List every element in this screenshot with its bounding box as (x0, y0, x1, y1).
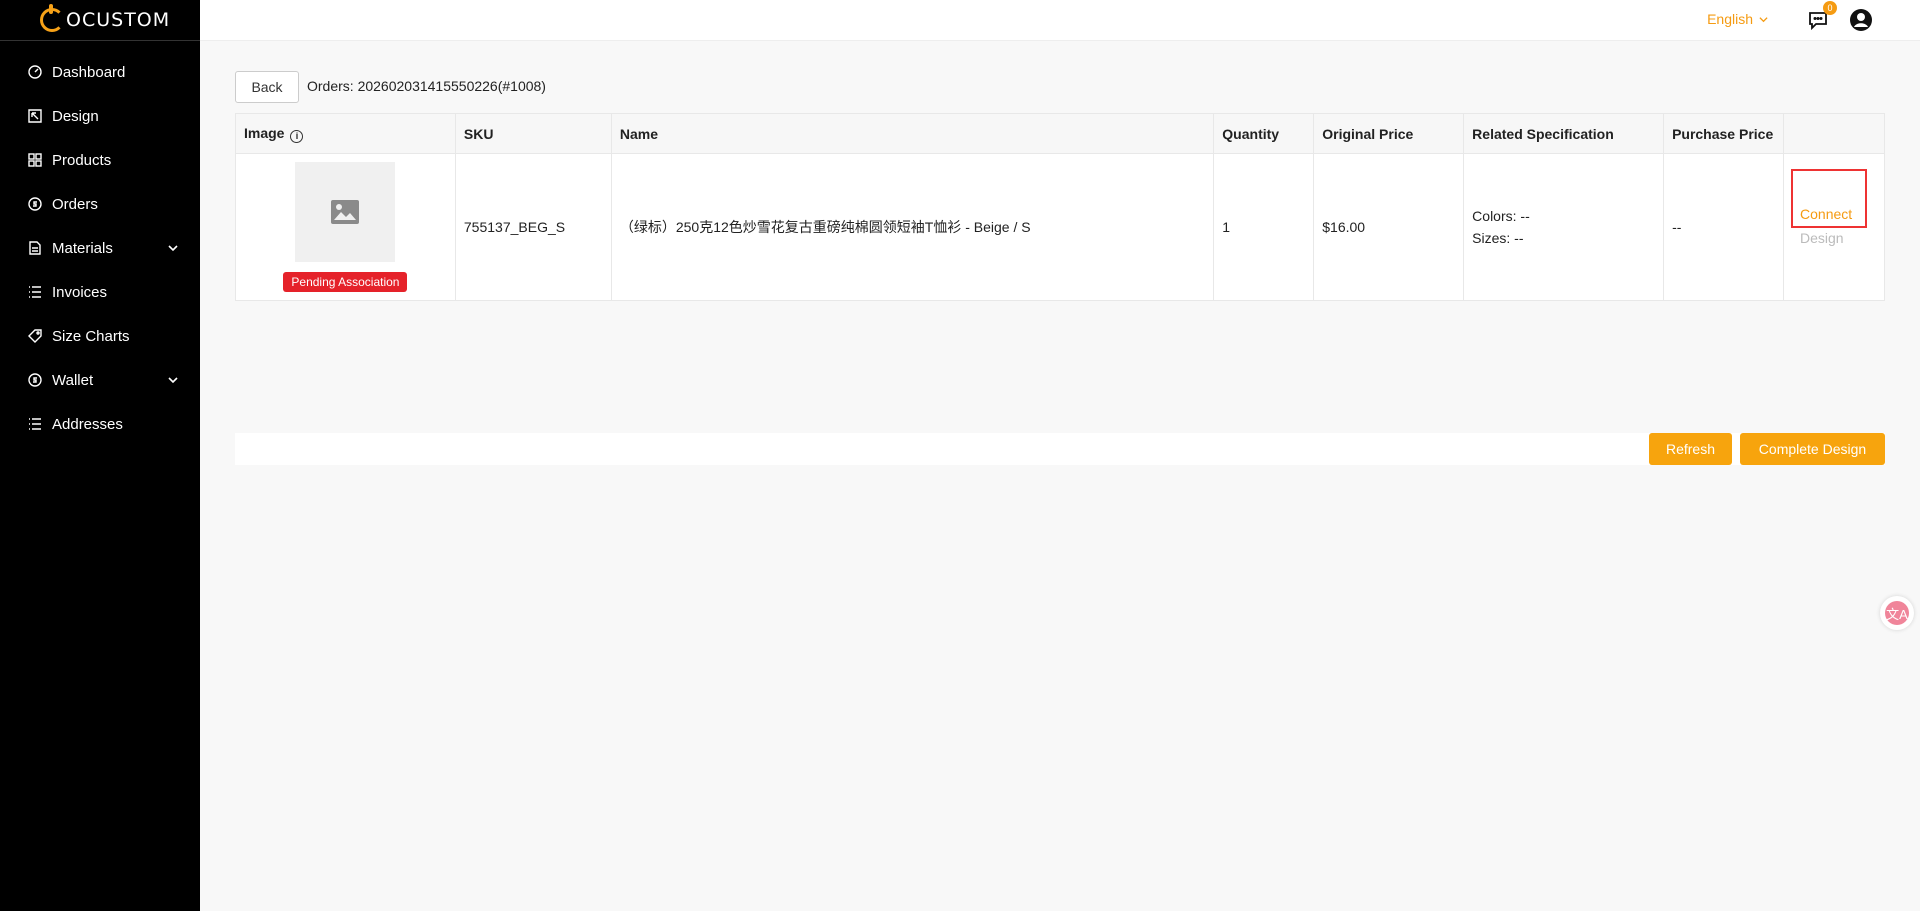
dashboard-icon (28, 65, 42, 79)
spec-sizes: Sizes: -- (1472, 230, 1524, 246)
invoices-icon (28, 285, 42, 299)
addresses-icon (28, 417, 42, 431)
bottom-action-bar (235, 433, 1885, 465)
topbar: English 0 (200, 0, 1920, 41)
products-icon (28, 153, 42, 167)
sidebar-item-wallet[interactable]: Wallet (0, 358, 200, 402)
cell-original-price: $16.00 (1313, 153, 1465, 301)
sidebar-item-dashboard[interactable]: Dashboard (0, 50, 200, 94)
refresh-button[interactable]: Refresh (1649, 433, 1732, 465)
cell-actions: Connect Design (1783, 153, 1885, 301)
cell-sku: 755137_BEG_S (454, 153, 612, 301)
translate-widget[interactable]: 文A (1880, 596, 1914, 630)
column-header-original-price: Original Price (1313, 113, 1465, 154)
chevron-down-icon (1759, 16, 1768, 22)
chevron-down-icon[interactable] (168, 375, 178, 385)
logo-mark-icon (40, 4, 64, 32)
sidebar-item-orders[interactable]: Orders (0, 182, 200, 226)
order-items-table: Image i SKU Name Quantity Original Price … (235, 113, 1885, 301)
info-icon[interactable]: i (290, 129, 304, 143)
column-header-image: Image i (235, 113, 456, 154)
sidebar-nav: Dashboard Design Products Orders Materia… (0, 50, 200, 446)
table-header-row: Image i SKU Name Quantity Original Price … (235, 113, 1885, 154)
column-header-purchase-price: Purchase Price (1663, 113, 1785, 154)
sidebar-item-materials[interactable]: Materials (0, 226, 200, 270)
sidebar-item-label: Products (52, 151, 112, 169)
sidebar-item-label: Orders (52, 195, 98, 213)
sidebar-item-label: Dashboard (52, 63, 126, 81)
cell-name: （绿标）250克12色炒雪花复古重磅纯棉圆领短袖T恤衫 - Beige / S (610, 153, 1215, 301)
language-selector[interactable]: English (1707, 11, 1768, 27)
sidebar-item-label: Size Charts (52, 327, 130, 345)
sidebar-item-products[interactable]: Products (0, 138, 200, 182)
translate-icon: 文A (1885, 601, 1909, 625)
logo[interactable]: OCUSTOM (0, 0, 200, 41)
user-avatar-icon[interactable] (1849, 8, 1873, 32)
column-header-related-specification: Related Specification (1463, 113, 1665, 154)
column-header-actions (1783, 113, 1885, 154)
cell-image: Pending Association (235, 153, 456, 301)
back-button[interactable]: Back (235, 71, 299, 103)
complete-design-button[interactable]: Complete Design (1740, 433, 1885, 465)
image-placeholder-icon (331, 200, 360, 224)
sidebar-item-label: Materials (52, 239, 113, 257)
sidebar-item-label: Addresses (52, 415, 123, 433)
orders-icon (28, 197, 42, 211)
product-image-placeholder (295, 162, 396, 262)
sidebar-item-label: Invoices (52, 283, 108, 301)
chevron-down-icon[interactable] (168, 243, 178, 253)
size-charts-icon (28, 329, 42, 343)
cell-quantity: 1 (1213, 153, 1315, 301)
connect-link[interactable]: Connect (1800, 206, 1852, 222)
column-header-sku: SKU (454, 113, 612, 154)
materials-icon (28, 241, 42, 255)
cell-purchase-price: -- (1663, 153, 1785, 301)
design-icon (28, 109, 42, 123)
column-header-quantity: Quantity (1213, 113, 1315, 154)
wallet-icon (28, 373, 42, 387)
sidebar-item-label: Design (52, 107, 99, 125)
sidebar-item-design[interactable]: Design (0, 94, 200, 138)
sidebar-item-label: Wallet (52, 371, 94, 389)
page-title: Orders: 202602031415550226(#1008) (307, 78, 546, 94)
column-header-name: Name (610, 113, 1215, 154)
sidebar-item-addresses[interactable]: Addresses (0, 402, 200, 446)
sidebar: OCUSTOM Dashboard Design Products Orders… (0, 0, 200, 911)
table-row: Pending Association 755137_BEG_S （绿标）250… (235, 153, 1885, 301)
spec-colors: Colors: -- (1472, 208, 1530, 224)
design-link[interactable]: Design (1800, 230, 1844, 246)
language-label: English (1707, 11, 1753, 27)
cell-related-specification: Colors: -- Sizes: -- (1463, 153, 1665, 301)
status-badge: Pending Association (283, 272, 408, 292)
sidebar-item-invoices[interactable]: Invoices (0, 270, 200, 314)
message-count-badge: 0 (1823, 1, 1837, 15)
sidebar-item-size-charts[interactable]: Size Charts (0, 314, 200, 358)
logo-text: OCUSTOM (66, 9, 171, 31)
